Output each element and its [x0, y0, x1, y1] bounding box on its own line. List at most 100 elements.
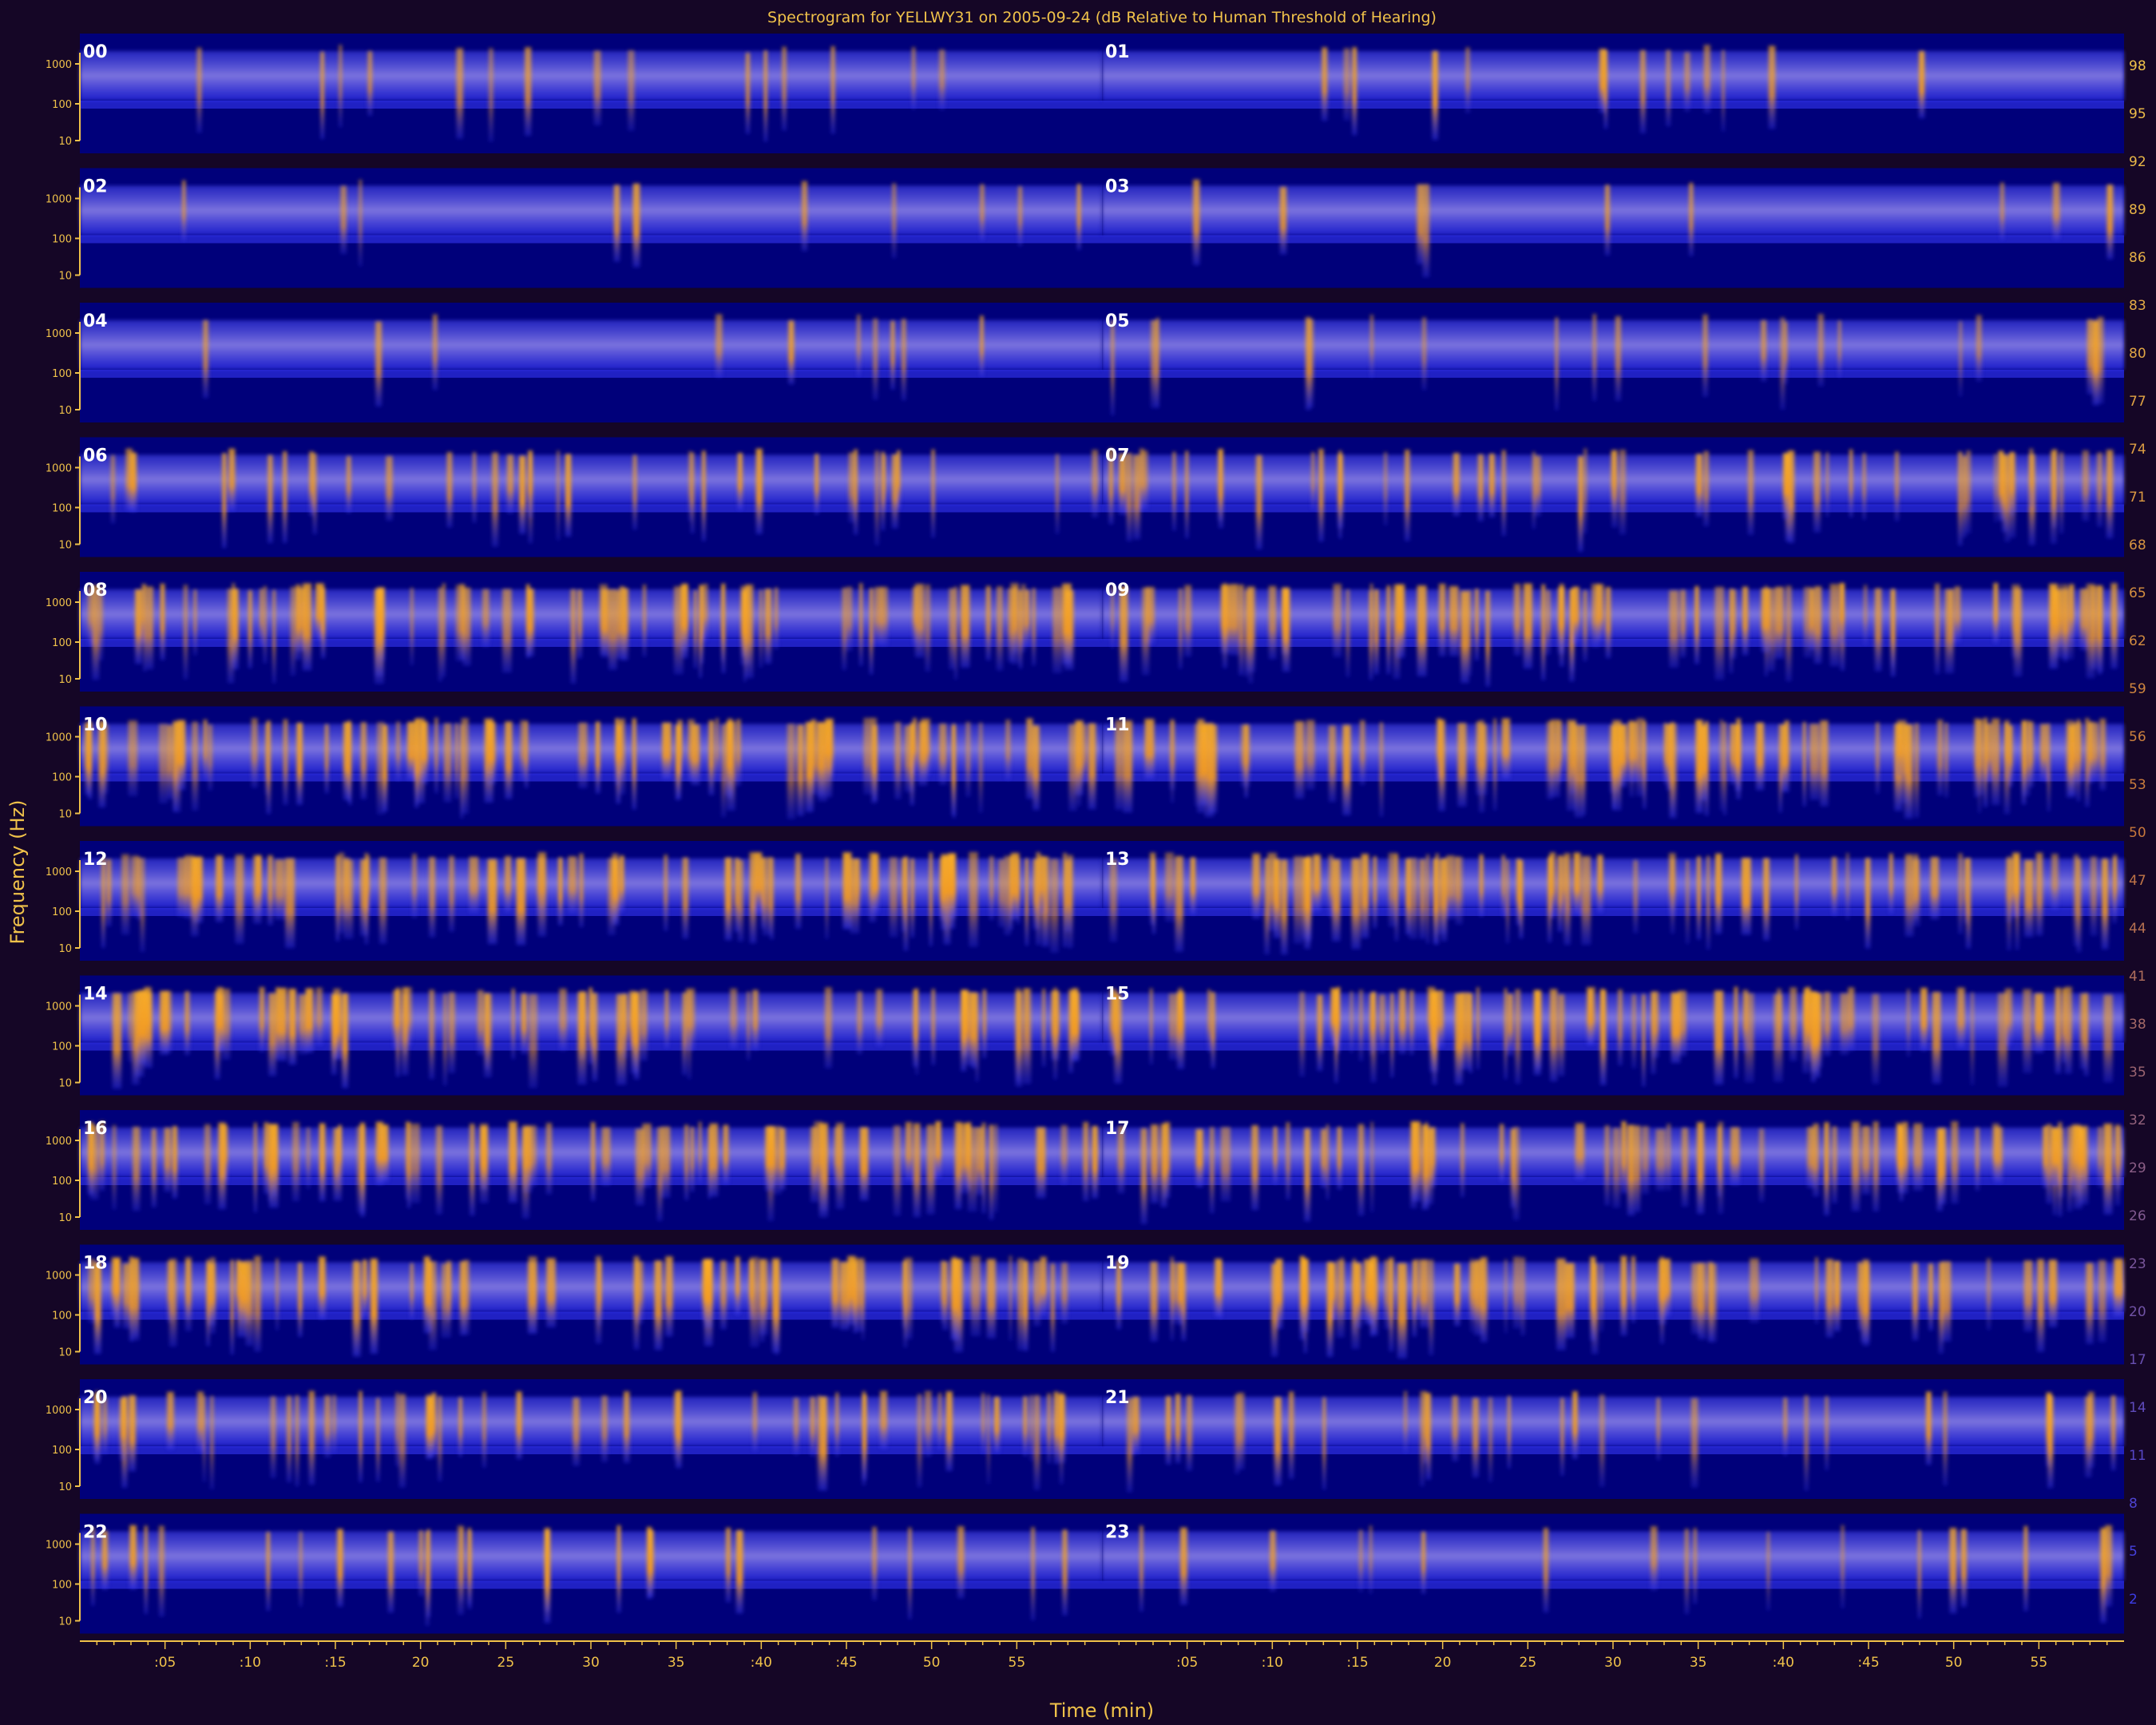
call-streak — [577, 589, 582, 659]
call-streak — [881, 451, 885, 531]
call-streak — [339, 852, 345, 934]
call-streak — [1912, 859, 1920, 926]
call-streak — [1349, 991, 1353, 1053]
call-streak — [1848, 987, 1855, 1051]
call-streak — [458, 1397, 462, 1457]
call-streak — [129, 1395, 136, 1472]
call-streak — [1032, 588, 1036, 666]
call-streak — [360, 722, 367, 799]
colorbar-tick-label: 5 — [2129, 1544, 2138, 1560]
call-streak — [1454, 1263, 1460, 1326]
colorbar-tick-label: 17 — [2129, 1352, 2146, 1368]
call-streak — [1939, 1128, 1947, 1204]
y-tick-label: 100 — [52, 1041, 72, 1053]
call-streak — [1591, 584, 1600, 648]
y-tick-label: 100 — [52, 772, 72, 784]
call-streak — [1223, 583, 1227, 668]
colorbar-tick-label: 74 — [2129, 442, 2146, 458]
call-streak — [640, 989, 648, 1061]
call-streak — [264, 1122, 268, 1194]
call-streak — [1636, 718, 1645, 796]
call-streak — [1951, 1121, 1959, 1204]
call-streak — [926, 1124, 935, 1215]
colorbar-tick-label: 20 — [2129, 1304, 2146, 1320]
call-streak — [410, 588, 414, 665]
call-streak — [1795, 854, 1798, 930]
hour-label: 07 — [1105, 446, 1130, 466]
call-streak — [1050, 1263, 1055, 1352]
call-streak — [185, 1257, 192, 1331]
call-streak — [721, 724, 726, 818]
call-streak — [1759, 1128, 1765, 1202]
hour-label: 03 — [1105, 177, 1130, 197]
call-streak — [502, 589, 512, 673]
call-streak — [395, 1392, 398, 1466]
call-streak — [2029, 448, 2034, 508]
call-streak — [970, 992, 978, 1069]
call-streak — [673, 1392, 678, 1461]
call-streak — [1717, 1126, 1722, 1197]
x-tick-label: 35 — [668, 1655, 685, 1671]
call-streak — [398, 1394, 406, 1488]
y-tick-label: 100 — [52, 1311, 72, 1322]
x-tick-label: 35 — [1690, 1655, 1707, 1671]
call-streak — [1873, 1121, 1879, 1211]
call-streak — [870, 588, 874, 675]
call-streak — [1150, 1261, 1158, 1342]
call-streak — [1635, 1125, 1641, 1212]
call-streak — [421, 721, 426, 782]
call-streak — [287, 1395, 291, 1482]
call-streak — [752, 1392, 758, 1452]
call-streak — [1730, 724, 1735, 784]
call-streak — [312, 453, 317, 534]
call-streak — [2013, 589, 2023, 676]
call-streak — [1326, 1262, 1334, 1357]
call-streak — [359, 1390, 363, 1482]
call-streak — [1306, 855, 1311, 943]
call-streak — [935, 1121, 941, 1179]
call-streak — [1984, 717, 1988, 807]
call-streak — [2100, 585, 2103, 672]
call-streak — [275, 859, 285, 920]
call-streak — [1299, 992, 1305, 1077]
call-streak — [1611, 450, 1618, 528]
call-streak — [1282, 589, 1290, 672]
call-streak — [545, 1123, 553, 1195]
call-streak — [1698, 1263, 1706, 1340]
call-streak — [324, 1395, 331, 1458]
low-band — [80, 1580, 1102, 1589]
x-tick-label: 30 — [582, 1655, 600, 1671]
call-streak — [2080, 1128, 2086, 1188]
call-streak — [1386, 585, 1390, 674]
call-streak — [1775, 586, 1784, 659]
call-streak — [426, 1529, 430, 1618]
call-streak — [295, 1395, 299, 1486]
call-streak — [248, 590, 252, 668]
call-streak — [1546, 590, 1551, 655]
call-streak — [759, 589, 763, 668]
call-streak — [1620, 1255, 1627, 1336]
call-streak — [1573, 852, 1581, 916]
call-streak — [1543, 1528, 1549, 1613]
call-streak — [1251, 1124, 1258, 1211]
call-streak — [986, 1259, 996, 1338]
call-streak — [2086, 1263, 2094, 1344]
call-streak — [1824, 992, 1831, 1057]
call-streak — [442, 583, 446, 677]
low-band — [1102, 1580, 2124, 1589]
call-streak — [1825, 1396, 1829, 1470]
call-streak — [1874, 588, 1882, 672]
call-streak — [338, 1124, 342, 1184]
call-streak — [1177, 1263, 1183, 1325]
call-streak — [1425, 1393, 1431, 1480]
call-streak — [1026, 718, 1033, 799]
x-tick-label: 50 — [923, 1655, 941, 1671]
call-streak — [1409, 858, 1417, 939]
call-streak — [1811, 991, 1816, 1082]
hour-panel-20: 20 — [80, 1379, 1102, 1499]
call-streak — [1562, 856, 1567, 913]
call-streak — [691, 452, 695, 533]
call-streak — [1578, 456, 1583, 552]
call-streak — [1504, 1259, 1508, 1334]
call-streak — [1352, 47, 1357, 136]
